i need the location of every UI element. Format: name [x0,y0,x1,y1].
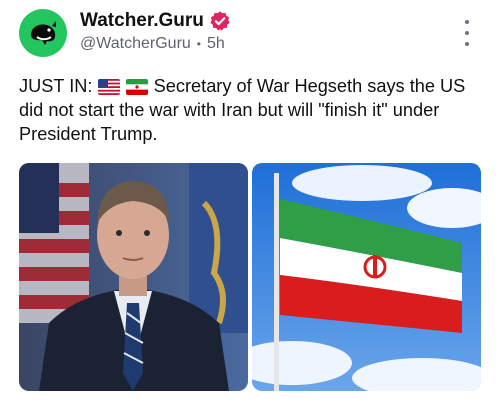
post-prefix: JUST IN: [19,76,93,96]
account-name-row: Watcher.Guru [80,10,231,32]
handle[interactable]: @WatcherGuru [80,35,191,53]
us-flag-icon [97,79,120,95]
display-name[interactable]: Watcher.Guru [80,10,204,32]
timestamp[interactable]: 5h [207,35,225,53]
whale-icon [31,21,56,45]
separator-dot: • [196,37,201,51]
post-text: JUST IN: Secretary of War Hegseth says t… [19,74,484,146]
handle-row: @WatcherGuru • 5h [80,35,225,53]
more-options-icon[interactable] [462,20,472,46]
iran-flag-icon [125,79,148,95]
avatar[interactable] [19,9,67,57]
verified-badge-icon [209,10,231,32]
media-image-iran-flag[interactable] [252,163,481,391]
media-image-portrait[interactable] [19,163,248,391]
